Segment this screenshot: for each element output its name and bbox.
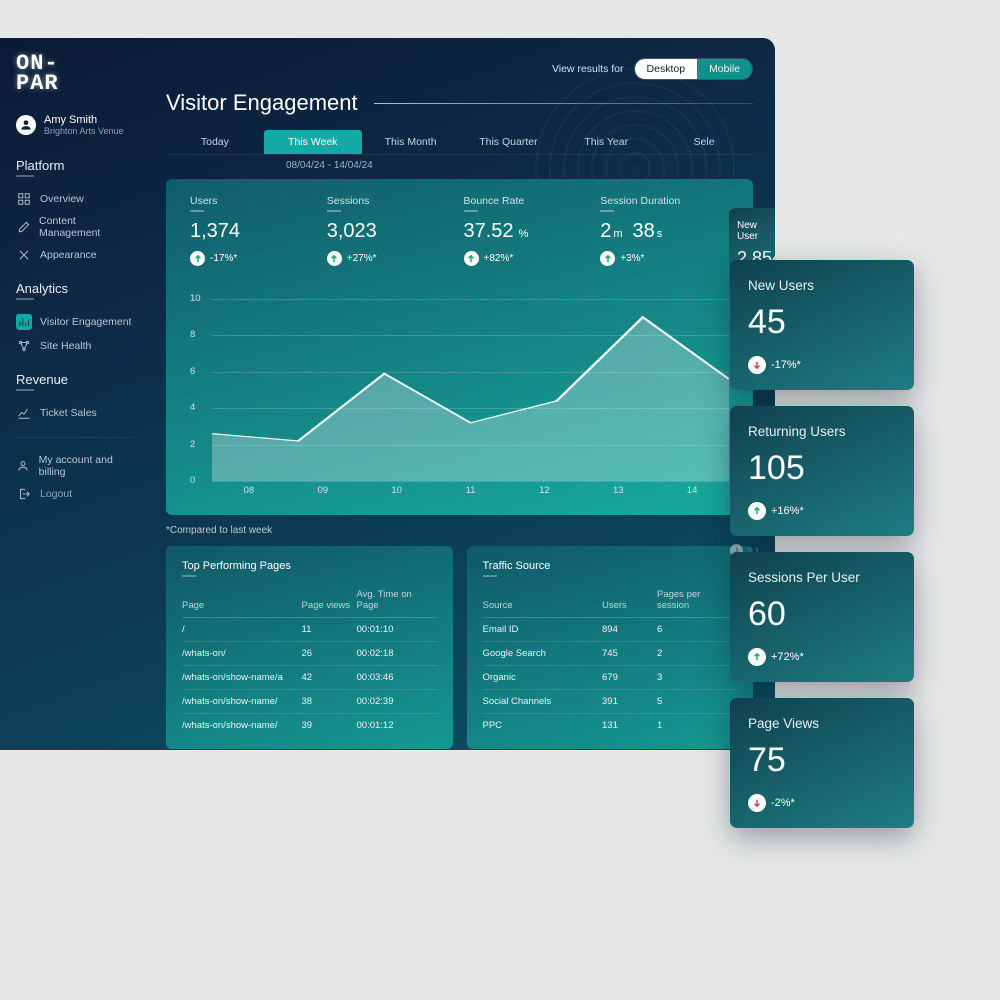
footnote: *Compared to last week <box>166 525 753 536</box>
arrow-down-icon <box>748 356 766 374</box>
card-new-users[interactable]: New Users 45 -17%* <box>730 260 914 390</box>
tab-this-month[interactable]: This Month <box>362 130 460 154</box>
topbar: View results for Desktop Mobile <box>166 58 753 80</box>
nav-appearance[interactable]: Appearance <box>16 243 134 267</box>
metrics-panel: Users 1,374 -17%* Sessions 3,023 +27%* B… <box>166 179 753 515</box>
page-title-row: Visitor Engagement <box>166 90 753 116</box>
traffic-card: Traffic Source SourceUsersPages per sess… <box>467 546 754 749</box>
table-row[interactable]: Organic6793 <box>483 666 738 690</box>
top-pages-card: Top Performing Pages PagePage viewsAvg. … <box>166 546 453 749</box>
grid-icon <box>16 191 32 207</box>
nav-label: Appearance <box>40 249 97 261</box>
view-results-label: View results for <box>552 63 624 75</box>
nav-label: Content Management <box>39 215 134 239</box>
nav-label: Overview <box>40 193 84 205</box>
metric-users: Users 1,374 -17%* <box>190 195 319 266</box>
traffic-title: Traffic Source <box>483 560 738 572</box>
arrow-up-icon <box>190 251 205 266</box>
edit-icon <box>16 219 31 235</box>
logout-icon <box>16 486 32 502</box>
table-row[interactable]: /whats-on/show-name/a4200:03:46 <box>182 666 437 690</box>
nav-label: My account and billing <box>39 454 134 478</box>
line-chart-icon <box>16 405 32 421</box>
table-row[interactable]: /whats-on/show-name/3900:01:12 <box>182 714 437 738</box>
device-segmented: Desktop Mobile <box>634 58 753 80</box>
card-returning-users[interactable]: Returning Users 105 +16%* <box>730 406 914 536</box>
nav-label: Ticket Sales <box>40 407 97 419</box>
tables-row: Top Performing Pages PagePage viewsAvg. … <box>166 546 753 749</box>
title-divider <box>374 103 753 104</box>
metric-sessions: Sessions 3,023 +27%* <box>327 195 456 266</box>
card-sessions-per-user[interactable]: Sessions Per User 60 +72%* <box>730 552 914 682</box>
section-platform-title: Platform <box>16 158 134 173</box>
table-row[interactable]: PPC1311 <box>483 714 738 738</box>
network-icon <box>16 338 32 354</box>
time-tabs: TodayThis WeekThis MonthThis QuarterThis… <box>166 130 753 154</box>
table-row[interactable]: /whats-on/2600:02:18 <box>182 642 437 666</box>
main-content: View results for Desktop Mobile Visitor … <box>148 38 775 750</box>
tab-today[interactable]: Today <box>166 130 264 154</box>
table-row[interactable]: Google Search7452 <box>483 642 738 666</box>
person-icon <box>16 458 31 474</box>
dashboard: ON- PAR Amy Smith Brighton Arts Venue Pl… <box>0 38 775 750</box>
date-range: 08/04/24 - 14/04/24 <box>166 160 753 171</box>
card-page-views[interactable]: Page Views 75 -2%* <box>730 698 914 828</box>
arrow-up-icon <box>748 502 766 520</box>
table-row[interactable]: Email ID8946 <box>483 618 738 642</box>
nav-site-health[interactable]: Site Health <box>16 334 134 358</box>
nav-label: Logout <box>40 488 72 500</box>
top-pages-title: Top Performing Pages <box>182 560 437 572</box>
cut-card-title: New User <box>737 220 775 242</box>
arrow-up-icon <box>748 648 766 666</box>
metric-session-duration: Session Duration 2m38s +3%* <box>600 195 729 266</box>
bar-chart-icon <box>16 314 32 330</box>
table-row[interactable]: Social Channels3915 <box>483 690 738 714</box>
cross-tools-icon <box>16 247 32 263</box>
nav-label: Visitor Engagement <box>40 316 131 328</box>
section-analytics-title: Analytics <box>16 281 134 296</box>
top-pages-table: PagePage viewsAvg. Time on Page/1100:01:… <box>182 589 437 737</box>
account-sub: Brighton Arts Venue <box>44 126 124 136</box>
segment-mobile[interactable]: Mobile <box>697 59 752 79</box>
engagement-chart: 0246810 08091011121314 <box>190 299 729 499</box>
brand-logo: ON- PAR <box>16 54 134 94</box>
arrow-up-icon <box>464 251 479 266</box>
nav-label: Site Health <box>40 340 91 352</box>
tab-this-year[interactable]: This Year <box>557 130 655 154</box>
arrow-up-icon <box>327 251 342 266</box>
nav-account-billing[interactable]: My account and billing <box>16 450 134 482</box>
arrow-up-icon <box>600 251 615 266</box>
table-row[interactable]: /1100:01:10 <box>182 618 437 642</box>
traffic-table: SourceUsersPages per sessionEmail ID8946… <box>483 589 738 737</box>
floating-cards: New Users 45 -17%* Returning Users 105 +… <box>730 260 914 828</box>
nav-visitor-engagement[interactable]: Visitor Engagement <box>16 310 134 334</box>
segment-desktop[interactable]: Desktop <box>635 59 698 79</box>
nav-overview[interactable]: Overview <box>16 187 134 211</box>
section-revenue-title: Revenue <box>16 372 134 387</box>
brand-line2: PAR <box>16 74 134 94</box>
avatar <box>16 115 36 135</box>
tab-this-quarter[interactable]: This Quarter <box>459 130 557 154</box>
tab-this-week[interactable]: This Week <box>264 130 362 154</box>
tab-sele[interactable]: Sele <box>655 130 753 154</box>
metric-bounce-rate: Bounce Rate 37.52 % +82%* <box>464 195 593 266</box>
sidebar: ON- PAR Amy Smith Brighton Arts Venue Pl… <box>0 38 148 750</box>
page-title: Visitor Engagement <box>166 90 358 116</box>
arrow-down-icon <box>748 794 766 812</box>
nav-ticket-sales[interactable]: Ticket Sales <box>16 401 134 425</box>
table-row[interactable]: /whats-on/show-name/3800:02:39 <box>182 690 437 714</box>
nav-logout[interactable]: Logout <box>16 482 134 506</box>
account-name: Amy Smith <box>44 114 124 126</box>
account-block[interactable]: Amy Smith Brighton Arts Venue <box>16 114 134 136</box>
nav-content[interactable]: Content Management <box>16 211 134 243</box>
